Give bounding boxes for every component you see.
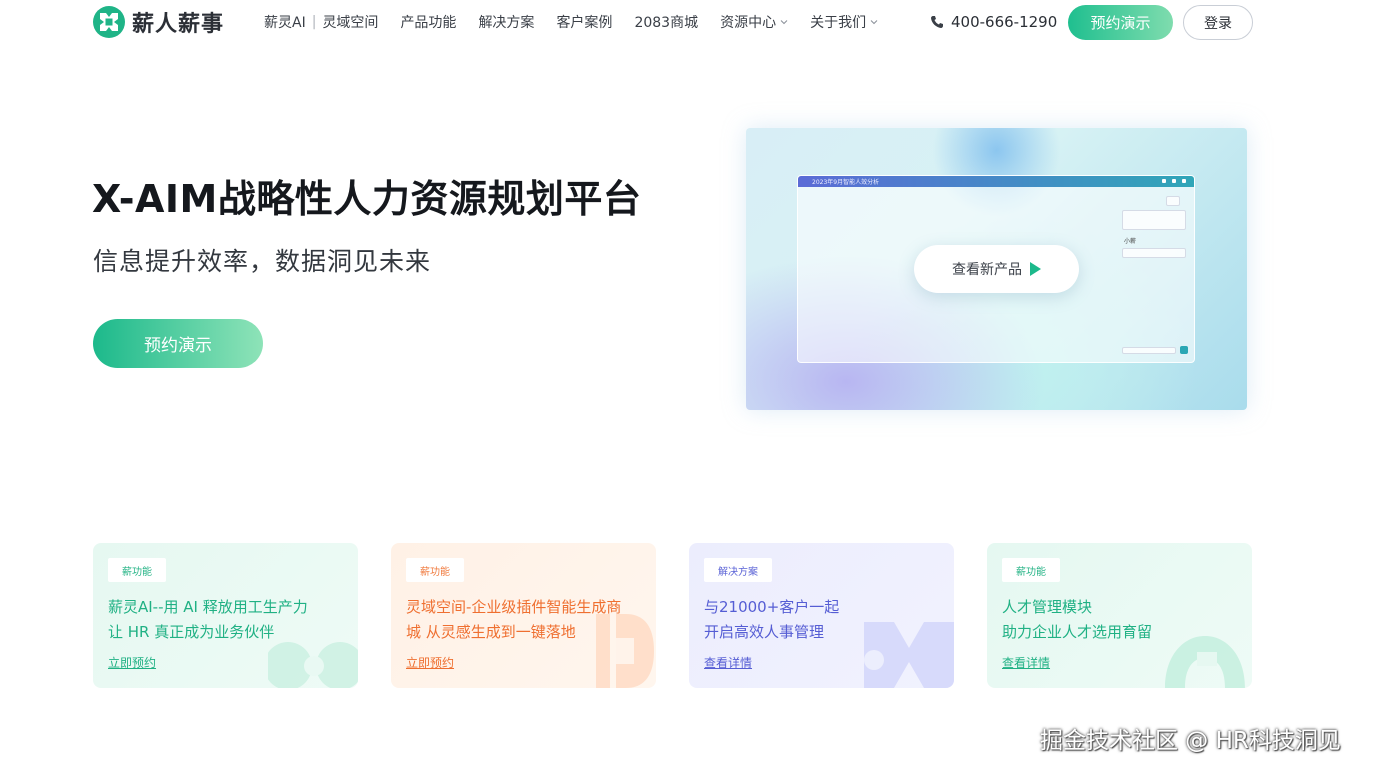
login-button[interactable]: 登录	[1183, 5, 1253, 40]
chat-bubble	[1122, 210, 1186, 230]
hero-title: X-AIM战略性人力资源规划平台	[92, 177, 642, 221]
nav-separator: |	[311, 14, 317, 30]
phone-icon	[931, 16, 943, 28]
chat-bubble	[1122, 248, 1186, 258]
brand-logo[interactable]: 薪人薪事	[92, 5, 224, 39]
main-nav: 薪灵AI | 灵域空间 产品功能 解决方案 客户案例 2083商城 资源中心 关…	[264, 12, 878, 32]
card-title-line: 与21000+客户一起	[704, 598, 840, 616]
card-title-line: 城 从灵感生成到一键落地	[406, 623, 576, 641]
card-title-line: 薪灵AI--用 AI 释放用工生产力	[108, 598, 308, 616]
book-demo-button-hero[interactable]: 预约演示	[93, 319, 263, 368]
card-title-line: 助力企业人才选用育留	[1002, 623, 1153, 641]
card-title: 薪灵AI--用 AI 释放用工生产力 让 HR 真正成为业务伙伴	[108, 595, 308, 645]
feature-card-talent-management[interactable]: 薪功能 人才管理模块 助力企业人才选用育留 查看详情	[987, 543, 1252, 688]
nav-label[interactable]: 2083商城	[634, 12, 698, 32]
top-header: 薪人薪事 薪灵AI | 灵域空间 产品功能 解决方案 客户案例 2083商城 资…	[0, 0, 1382, 46]
book-now-link[interactable]: 立即预约	[108, 654, 156, 671]
phone-contact: 400-666-1290	[930, 13, 1057, 31]
feature-card-xinling-ai[interactable]: 薪功能 薪灵AI--用 AI 释放用工生产力 让 HR 真正成为业务伙伴 立即预…	[93, 543, 358, 688]
logo-text: 薪人薪事	[132, 12, 225, 37]
card-decoration-icon	[864, 622, 954, 688]
nav-item-about-us[interactable]: 关于我们	[810, 12, 878, 32]
nav-label-xinling-ai[interactable]: 薪灵AI	[264, 12, 306, 32]
solution-card-customers[interactable]: 解决方案 与21000+客户一起 开启高效人事管理 查看详情	[689, 543, 954, 688]
view-details-link[interactable]: 查看详情	[1002, 654, 1050, 671]
nav-item-product-features[interactable]: 产品功能	[400, 12, 456, 32]
card-tag: 薪功能	[108, 558, 166, 582]
play-icon	[1030, 262, 1041, 276]
nav-label[interactable]: 解决方案	[478, 12, 534, 32]
preview-app-title: 2023年9月智能人效分析	[812, 179, 880, 186]
card-title: 灵域空间-企业级插件智能生成商 城 从灵感生成到一键落地	[406, 595, 621, 645]
product-preview-video[interactable]: 2023年9月智能人效分析 小薪 查看新产品	[746, 128, 1247, 410]
chevron-down-icon	[780, 20, 788, 25]
chat-sender-name: 小薪	[1124, 238, 1137, 245]
view-details-link[interactable]: 查看详情	[704, 654, 752, 671]
nav-label[interactable]: 产品功能	[400, 12, 456, 32]
card-tag: 薪功能	[406, 558, 464, 582]
nav-item-xinling-ai[interactable]: 薪灵AI | 灵域空间	[264, 12, 378, 32]
chevron-down-icon	[870, 20, 878, 25]
feature-card-lingyu-space[interactable]: 薪功能 灵域空间-企业级插件智能生成商 城 从灵感生成到一键落地 立即预约	[391, 543, 656, 688]
card-title: 与21000+客户一起 开启高效人事管理	[704, 595, 839, 645]
chat-input	[1122, 347, 1176, 354]
preview-chat-panel: 小薪	[1120, 190, 1190, 360]
card-decoration-icon	[1165, 636, 1245, 688]
preview-app-titlebar: 2023年9月智能人效分析	[798, 176, 1194, 187]
view-new-product-button[interactable]: 查看新产品	[914, 245, 1079, 293]
phone-number: 400-666-1290	[951, 13, 1058, 31]
hero-subtitle: 信息提升效率，数据洞见未来	[93, 247, 432, 276]
nav-label[interactable]: 资源中心	[720, 12, 776, 32]
card-title-line: 开启高效人事管理	[704, 623, 825, 641]
book-now-link[interactable]: 立即预约	[406, 654, 454, 671]
card-tag: 薪功能	[1002, 558, 1060, 582]
card-title-line: 人才管理模块	[1002, 598, 1093, 616]
chat-bubble	[1166, 196, 1180, 206]
card-title-line: 灵域空间-企业级插件智能生成商	[406, 598, 622, 616]
window-controls	[1162, 179, 1186, 183]
view-new-product-label: 查看新产品	[952, 262, 1022, 278]
nav-item-customer-cases[interactable]: 客户案例	[556, 12, 612, 32]
send-icon	[1180, 346, 1188, 354]
nav-label[interactable]: 客户案例	[556, 12, 612, 32]
nav-item-resource-center[interactable]: 资源中心	[720, 12, 788, 32]
card-title: 人才管理模块 助力企业人才选用育留	[1002, 595, 1152, 645]
book-demo-button-header[interactable]: 预约演示	[1068, 5, 1173, 40]
card-title-line: 让 HR 真正成为业务伙伴	[108, 623, 275, 641]
nav-label[interactable]: 关于我们	[810, 12, 866, 32]
nav-item-solutions[interactable]: 解决方案	[478, 12, 534, 32]
xinrenxinshi-logo-icon	[93, 6, 125, 38]
nav-item-2083-mall[interactable]: 2083商城	[634, 12, 698, 32]
watermark-text: 掘金技术社区 @ HR科技洞见	[1040, 728, 1341, 754]
card-tag: 解决方案	[704, 558, 772, 582]
nav-label-lingyu-space[interactable]: 灵域空间	[322, 12, 378, 32]
